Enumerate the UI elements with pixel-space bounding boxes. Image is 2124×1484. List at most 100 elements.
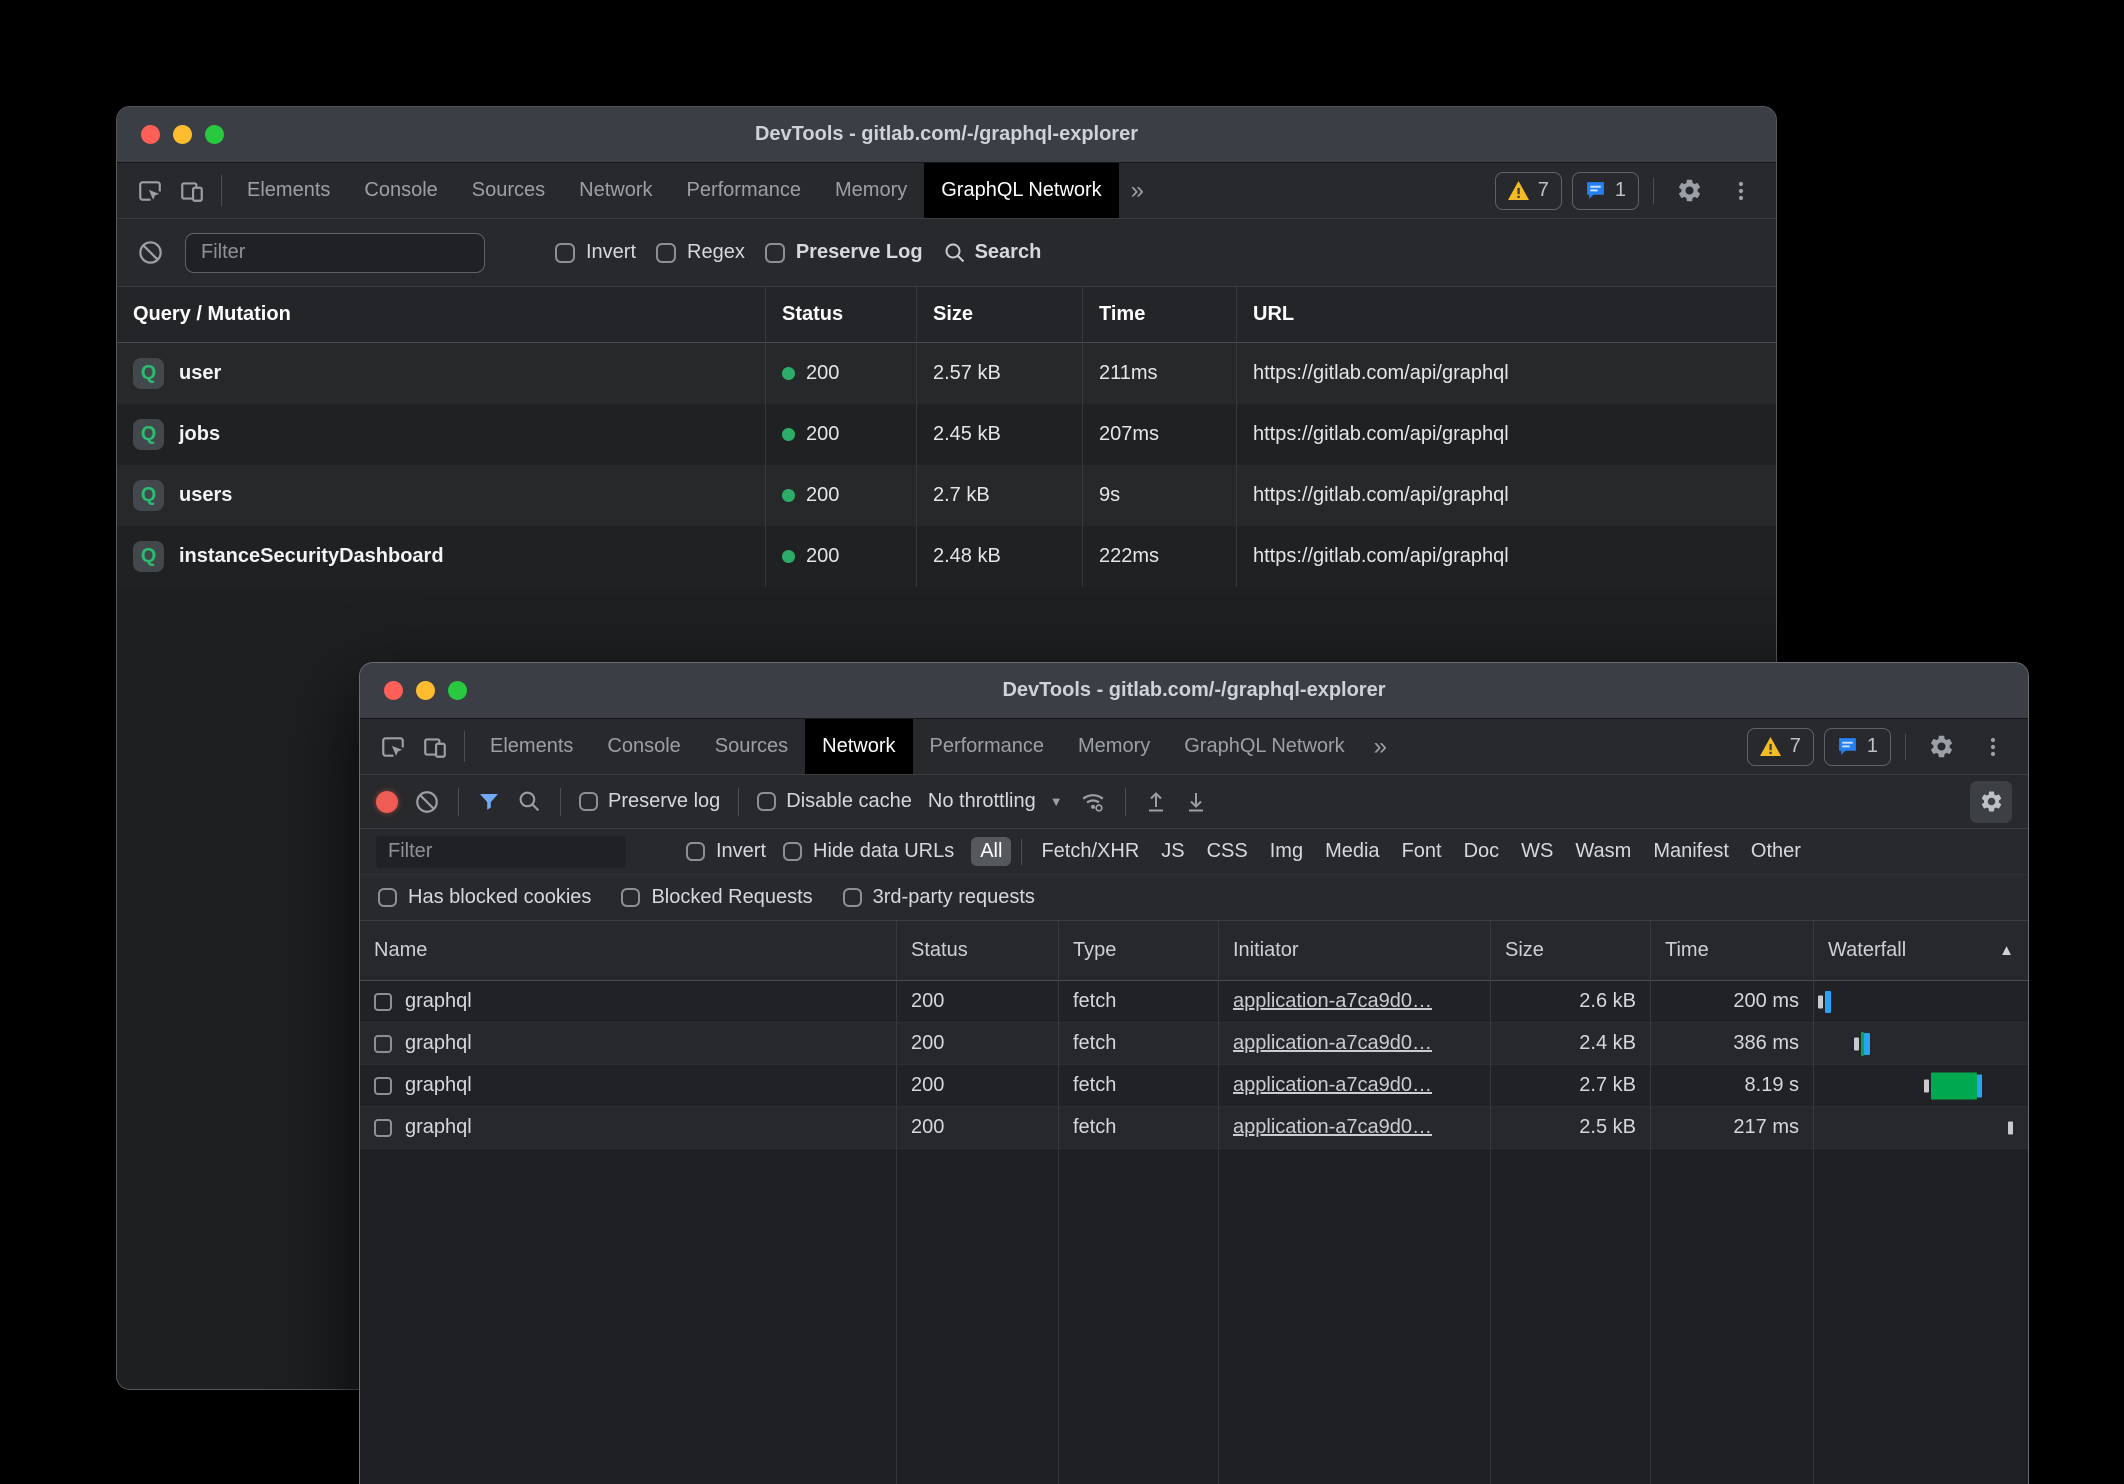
warnings-badge[interactable]: 7 [1747, 728, 1814, 766]
type-filter-font[interactable]: Font [1393, 837, 1451, 866]
tab-memory[interactable]: Memory [1061, 719, 1167, 774]
search-toggle[interactable]: Search [943, 241, 1042, 265]
blocked-requests-checkbox[interactable]: Blocked Requests [621, 886, 812, 909]
search-network-icon[interactable] [517, 789, 542, 814]
inspect-element-icon[interactable] [372, 719, 414, 774]
table-row[interactable]: graphql 200 fetch application-a7ca9d0… 2… [360, 981, 2028, 1023]
record-network-log-button[interactable] [376, 791, 398, 813]
settings-gear-icon[interactable] [1668, 177, 1710, 204]
filter-funnel-icon[interactable] [477, 790, 501, 814]
export-har-icon[interactable] [1184, 789, 1208, 815]
type-filter-css[interactable]: CSS [1198, 837, 1257, 866]
preserve-log-checkbox[interactable]: Preserve log [579, 790, 720, 813]
column-header-time[interactable]: Time [1083, 287, 1237, 343]
column-header-type[interactable]: Type [1059, 921, 1219, 981]
column-header-status[interactable]: Status [766, 287, 917, 343]
filter-input[interactable] [185, 233, 485, 273]
tab-console[interactable]: Console [590, 719, 697, 774]
has-blocked-cookies-checkbox[interactable]: Has blocked cookies [378, 886, 591, 909]
zoom-window-button[interactable] [448, 681, 467, 700]
type-filter-img[interactable]: Img [1261, 837, 1312, 866]
disable-cache-checkbox[interactable]: Disable cache [757, 790, 912, 813]
type-filter-other[interactable]: Other [1742, 837, 1810, 866]
zoom-window-button[interactable] [205, 125, 224, 144]
tab-sources[interactable]: Sources [698, 719, 805, 774]
tab-graphql-network[interactable]: GraphQL Network [924, 163, 1118, 218]
table-row[interactable]: Qusers 200 2.7 kB 9s https://gitlab.com/… [117, 465, 1776, 526]
column-header-status[interactable]: Status [897, 921, 1059, 981]
column-header-query-mutation[interactable]: Query / Mutation [117, 287, 766, 343]
column-header-size[interactable]: Size [917, 287, 1083, 343]
column-header-url[interactable]: URL [1237, 287, 1776, 343]
more-options-kebab-icon[interactable] [1720, 179, 1762, 203]
import-har-icon[interactable] [1144, 789, 1168, 815]
table-row[interactable]: graphql 200 fetch application-a7ca9d0… 2… [360, 1107, 2028, 1149]
filter-input[interactable] [376, 836, 626, 868]
close-window-button[interactable] [141, 125, 160, 144]
tab-memory[interactable]: Memory [818, 163, 924, 218]
hide-data-urls-checkbox[interactable]: Hide data URLs [783, 840, 954, 863]
network-conditions-icon[interactable] [1079, 789, 1107, 815]
warnings-badge[interactable]: 7 [1495, 172, 1562, 210]
row-checkbox[interactable] [374, 1119, 392, 1137]
type-filter-fetch-xhr[interactable]: Fetch/XHR [1032, 837, 1148, 866]
initiator-link[interactable]: application-a7ca9d0… [1233, 1074, 1432, 1097]
column-header-time[interactable]: Time [1651, 921, 1814, 981]
tab-graphql-network[interactable]: GraphQL Network [1167, 719, 1361, 774]
table-row[interactable]: Qjobs 200 2.45 kB 207ms https://gitlab.c… [117, 404, 1776, 465]
settings-gear-icon[interactable] [1920, 733, 1962, 760]
type-filter-js[interactable]: JS [1152, 837, 1193, 866]
column-header-size[interactable]: Size [1491, 921, 1651, 981]
column-header-initiator[interactable]: Initiator [1219, 921, 1491, 981]
invert-checkbox[interactable]: Invert [555, 241, 636, 264]
third-party-requests-checkbox[interactable]: 3rd-party requests [843, 886, 1035, 909]
more-tabs-icon[interactable]: » [1119, 163, 1156, 218]
preserve-log-checkbox[interactable]: Preserve Log [765, 241, 923, 264]
close-window-button[interactable] [384, 681, 403, 700]
more-tabs-icon[interactable]: » [1362, 719, 1399, 774]
type-filter-media[interactable]: Media [1316, 837, 1388, 866]
clear-network-log-icon[interactable] [414, 789, 440, 815]
minimize-window-button[interactable] [173, 125, 192, 144]
row-checkbox[interactable] [374, 1035, 392, 1053]
tab-sources[interactable]: Sources [455, 163, 562, 218]
throttling-dropdown[interactable]: No throttling ▼ [928, 790, 1063, 813]
titlebar[interactable]: DevTools - gitlab.com/-/graphql-explorer [360, 663, 2028, 719]
initiator-link[interactable]: application-a7ca9d0… [1233, 1116, 1432, 1139]
device-toolbar-icon[interactable] [414, 719, 456, 774]
column-header-name[interactable]: Name [360, 921, 897, 981]
type-filter-ws[interactable]: WS [1512, 837, 1562, 866]
type-filter-wasm[interactable]: Wasm [1566, 837, 1640, 866]
table-row[interactable]: graphql 200 fetch application-a7ca9d0… 2… [360, 1023, 2028, 1065]
titlebar[interactable]: DevTools - gitlab.com/-/graphql-explorer [117, 107, 1776, 163]
tab-performance[interactable]: Performance [913, 719, 1062, 774]
tab-network[interactable]: Network [805, 719, 912, 774]
table-row[interactable]: QinstanceSecurityDashboard 200 2.48 kB 2… [117, 526, 1776, 587]
type-filter-all[interactable]: All [971, 837, 1011, 866]
device-toolbar-icon[interactable] [171, 163, 213, 218]
tab-performance[interactable]: Performance [670, 163, 819, 218]
table-row[interactable]: graphql 200 fetch application-a7ca9d0… 2… [360, 1065, 2028, 1107]
table-row[interactable]: Quser 200 2.57 kB 211ms https://gitlab.c… [117, 343, 1776, 404]
sort-ascending-icon[interactable]: ▲ [1999, 942, 2014, 959]
tab-network[interactable]: Network [562, 163, 669, 218]
initiator-link[interactable]: application-a7ca9d0… [1233, 990, 1432, 1013]
more-options-kebab-icon[interactable] [1972, 735, 2014, 759]
minimize-window-button[interactable] [416, 681, 435, 700]
messages-badge[interactable]: 1 [1572, 172, 1639, 210]
initiator-link[interactable]: application-a7ca9d0… [1233, 1032, 1432, 1055]
tab-elements[interactable]: Elements [473, 719, 590, 774]
column-header-waterfall[interactable]: Waterfall ▲ [1814, 921, 2028, 981]
inspect-element-icon[interactable] [129, 163, 171, 218]
row-checkbox[interactable] [374, 993, 392, 1011]
network-settings-button[interactable] [1970, 781, 2012, 823]
messages-badge[interactable]: 1 [1824, 728, 1891, 766]
type-filter-doc[interactable]: Doc [1455, 837, 1509, 866]
tab-elements[interactable]: Elements [230, 163, 347, 218]
row-checkbox[interactable] [374, 1077, 392, 1095]
clear-icon[interactable] [135, 239, 165, 266]
invert-checkbox[interactable]: Invert [686, 840, 766, 863]
type-filter-manifest[interactable]: Manifest [1644, 837, 1738, 866]
regex-checkbox[interactable]: Regex [656, 241, 745, 264]
tab-console[interactable]: Console [347, 163, 454, 218]
